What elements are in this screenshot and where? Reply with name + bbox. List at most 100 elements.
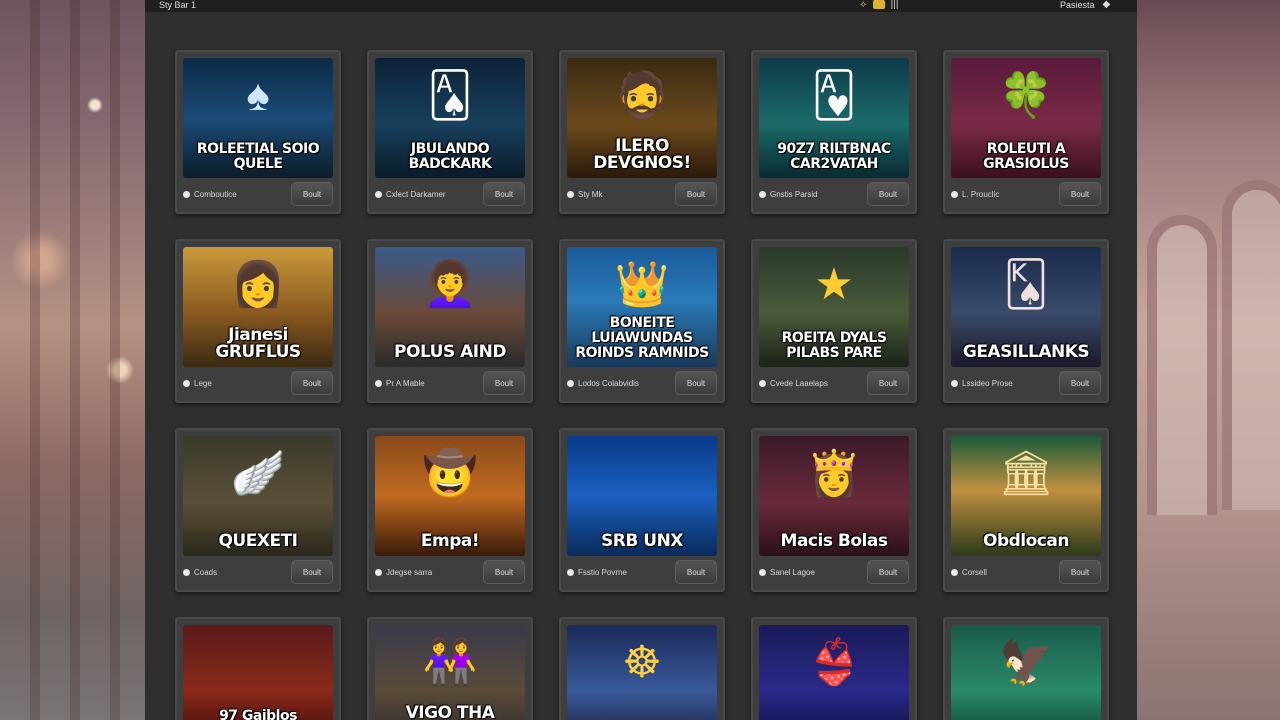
game-card[interactable]: 👑 BONEITE LUIAWUNDAS ROINDS RAMNIDS Lodos … <box>559 239 725 403</box>
game-title: ROLEUTI A GRASIOLUS <box>983 141 1069 172</box>
folder-icon[interactable] <box>872 0 885 9</box>
game-provider: Lssideo Prose <box>951 379 1013 388</box>
play-button[interactable]: Boult <box>1059 182 1101 206</box>
game-thumbnail[interactable]: ♠ ROLEETIAL SOIO QUELE <box>183 58 333 178</box>
game-meta: Sanel Lagoe Boult <box>759 560 909 584</box>
play-button[interactable]: Boult <box>291 560 333 584</box>
play-button[interactable]: Boult <box>675 560 717 584</box>
game-title: Macis Bolas <box>780 531 888 551</box>
game-meta: Fsstio Povrne Boult <box>567 560 717 584</box>
bars-icon[interactable]: ||| <box>891 0 899 10</box>
background-arch <box>1147 215 1217 515</box>
game-art-icon: ♠ <box>246 71 270 120</box>
play-button[interactable]: Boult <box>483 371 525 395</box>
game-title: BONEITE LUIAWUNDAS ROINDS RAMNIDS <box>575 315 709 361</box>
game-title: ILERO DEVGNOS! <box>593 136 691 173</box>
play-button[interactable]: Boult <box>867 371 909 395</box>
game-card[interactable]: ♠ ROLEETIAL SOIO QUELE Comboutice Boult <box>175 50 341 214</box>
game-title: ROLEETIAL SOIO QUELE <box>196 141 320 172</box>
game-thumbnail[interactable]: 97 Gaiblos MAKIRONS <box>183 625 333 720</box>
game-meta: Lssideo Prose Boult <box>951 371 1101 395</box>
game-meta: Cvede Laaelaps Boult <box>759 371 909 395</box>
game-thumbnail[interactable]: 👙 <box>759 625 909 720</box>
provider-icon <box>183 568 190 576</box>
play-button[interactable]: Boult <box>291 371 333 395</box>
game-card[interactable]: 👩‍🦱 POLUS AIND Pr A Mable Boult <box>367 239 533 403</box>
game-card[interactable]: 👭 VIGO THA SAUN <box>367 617 533 720</box>
game-thumbnail[interactable]: 🂱 90Z7 RILTBNAC CAR2VATAH <box>759 58 909 178</box>
game-thumbnail[interactable]: 🦅BARDKA! <box>951 625 1101 720</box>
game-provider: Lodos Colabvidis <box>567 379 639 388</box>
play-button[interactable]: Boult <box>1059 371 1101 395</box>
game-thumbnail[interactable]: 🂡 JBULANDO BADCKARK <box>375 58 525 178</box>
game-card[interactable]: ☸CHROMOLNER <box>559 617 725 720</box>
game-title: Empa! <box>420 531 480 551</box>
top-bar-icons: ⟡ ||| <box>860 0 899 10</box>
game-title: ROEITA DYALS PILABS PARE <box>781 330 887 361</box>
game-card[interactable]: ★ ROEITA DYALS PILABS PARE Cvede Laaelaps B… <box>751 239 917 403</box>
game-card[interactable]: 🦅BARDKA! <box>943 617 1109 720</box>
top-bar-title: Sty Bar 1 <box>159 0 197 10</box>
game-provider-label: Lege <box>194 378 212 388</box>
game-provider: Corsell <box>951 568 987 577</box>
game-thumbnail[interactable]: 👭 VIGO THA SAUN <box>375 625 525 720</box>
dropdown-icon[interactable]: ◆ <box>1103 0 1111 10</box>
game-thumbnail[interactable]: 👩‍🦱 POLUS AIND <box>375 247 525 367</box>
game-thumbnail[interactable]: 👩 Jianesi GRUFLUS <box>183 247 333 367</box>
game-thumbnail[interactable]: SRB UNX <box>567 436 717 556</box>
game-thumbnail[interactable]: 🪽 QUEXETI <box>183 436 333 556</box>
provider-icon <box>183 379 190 387</box>
top-bar: Sty Bar 1 ⟡ ||| Pasiesta ◆ <box>145 0 1137 12</box>
game-provider-label: Cxlect Darkamer <box>386 189 446 199</box>
game-provider: Jdegse sarra <box>375 568 432 577</box>
game-thumbnail[interactable]: 🏛 Obdlocan <box>951 436 1101 556</box>
game-provider: Fsstio Povrne <box>567 568 627 577</box>
game-card[interactable]: 🪽 QUEXETI Coads Boult <box>175 428 341 592</box>
game-thumbnail[interactable]: ★ ROEITA DYALS PILABS PARE <box>759 247 909 367</box>
play-button[interactable]: Boult <box>675 371 717 395</box>
game-card[interactable]: 🧔 ILERO DEVGNOS! Sty Mk Boult <box>559 50 725 214</box>
game-provider: L. Prouclic <box>951 190 999 199</box>
game-thumbnail[interactable]: 🂮 GEASILLANKS <box>951 247 1101 367</box>
game-title: QUEXETI <box>218 531 298 551</box>
game-card[interactable]: 97 Gaiblos MAKIRONS <box>175 617 341 720</box>
game-art-icon: 👩‍🦱 <box>422 260 478 309</box>
game-art-icon: 🏛 <box>998 449 1054 498</box>
play-button[interactable]: Boult <box>675 182 717 206</box>
game-card[interactable]: 🂱 90Z7 RILTBNAC CAR2VATAH Gnstis Parsid Bou… <box>751 50 917 214</box>
game-card[interactable]: 👸 Macis Bolas Sanel Lagoe Boult <box>751 428 917 592</box>
play-button[interactable]: Boult <box>483 560 525 584</box>
game-thumbnail[interactable]: 👑 BONEITE LUIAWUNDAS ROINDS RAMNIDS <box>567 247 717 367</box>
game-card[interactable]: 🤠 Empa! Jdegse sarra Boult <box>367 428 533 592</box>
game-art-icon: 👸 <box>806 449 862 498</box>
game-provider: Sty Mk <box>567 190 602 199</box>
game-card[interactable]: 👩 Jianesi GRUFLUS Lege Boult <box>175 239 341 403</box>
game-card[interactable]: 👙 <box>751 617 917 720</box>
game-provider-label: Corsell <box>962 567 987 577</box>
game-card[interactable]: 🏛 Obdlocan Corsell Boult <box>943 428 1109 592</box>
play-button[interactable]: Boult <box>867 560 909 584</box>
play-button[interactable]: Boult <box>291 182 333 206</box>
play-button[interactable]: Boult <box>1059 560 1101 584</box>
game-provider: Coads <box>183 568 217 577</box>
play-button[interactable]: Boult <box>483 182 525 206</box>
game-meta: Pr A Mable Boult <box>375 371 525 395</box>
top-bar-user[interactable]: Pasiesta <box>1060 0 1095 10</box>
play-button[interactable]: Boult <box>867 182 909 206</box>
game-card[interactable]: 🂡 JBULANDO BADCKARK Cxlect Darkamer Boult <box>367 50 533 214</box>
game-thumbnail[interactable]: 🤠 Empa! <box>375 436 525 556</box>
game-thumbnail[interactable]: 🧔 ILERO DEVGNOS! <box>567 58 717 178</box>
game-art-icon: 🂱 <box>811 71 857 120</box>
game-card[interactable]: 🍀 ROLEUTI A GRASIOLUS L. Prouclic Boult <box>943 50 1109 214</box>
game-card[interactable]: 🂮 GEASILLANKS Lssideo Prose Boult <box>943 239 1109 403</box>
game-thumbnail[interactable]: ☸CHROMOLNER <box>567 625 717 720</box>
game-thumbnail[interactable]: 👸 Macis Bolas <box>759 436 909 556</box>
game-meta: Cxlect Darkamer Boult <box>375 182 525 206</box>
game-thumbnail[interactable]: 🍀 ROLEUTI A GRASIOLUS <box>951 58 1101 178</box>
game-card[interactable]: SRB UNX Fsstio Povrne Boult <box>559 428 725 592</box>
signal-icon[interactable]: ⟡ <box>860 0 867 10</box>
game-provider-label: L. Prouclic <box>962 189 1000 199</box>
provider-icon <box>183 190 190 198</box>
game-provider-label: Coads <box>194 567 218 577</box>
game-title: 97 Gaiblos MAKIRONS <box>219 708 297 720</box>
